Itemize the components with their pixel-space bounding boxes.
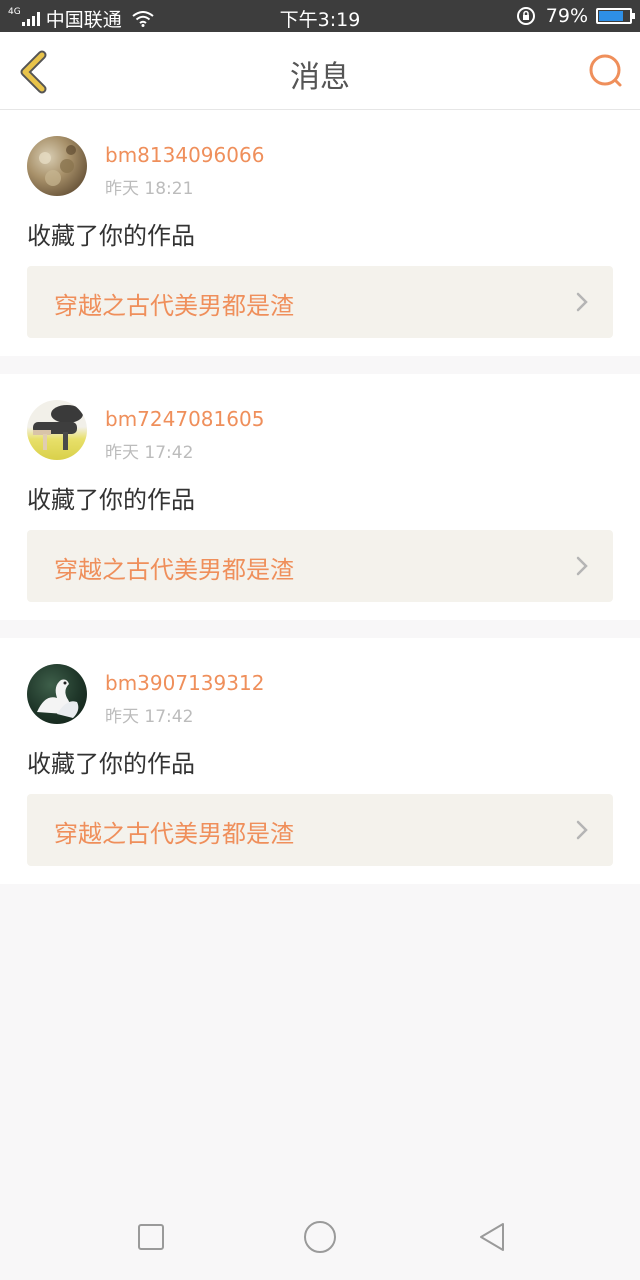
message-action: 收藏了你的作品 [27,486,195,514]
app-header: 消息 [0,32,640,110]
work-title: 穿越之古代美男都是渣 [54,556,294,584]
chevron-right-icon [576,820,588,840]
work-title: 穿越之古代美男都是渣 [54,820,294,848]
message-action: 收藏了你的作品 [27,750,195,778]
work-link[interactable]: 穿越之古代美男都是渣 [27,794,613,866]
work-link[interactable]: 穿越之古代美男都是渣 [27,266,613,338]
message-time: 昨天 17:42 [105,443,194,463]
avatar[interactable] [27,664,87,724]
search-icon[interactable] [586,52,626,92]
circle-icon[interactable] [300,1217,340,1257]
message-time: 昨天 18:21 [105,179,194,199]
message-time: 昨天 17:42 [105,707,194,727]
system-nav-bar [0,1195,640,1280]
message-action: 收藏了你的作品 [27,222,195,250]
work-link[interactable]: 穿越之古代美男都是渣 [27,530,613,602]
message-card: bm8134096066 昨天 18:21 收藏了你的作品 穿越之古代美男都是渣 [0,110,640,356]
triangle-back-icon[interactable] [472,1217,512,1257]
username[interactable]: bm3907139312 [105,671,264,695]
battery-fill [599,11,623,21]
work-title: 穿越之古代美男都是渣 [54,292,294,320]
status-bar: 4G 中国联通 下午3:19 79% [0,0,640,32]
page-title: 消息 [290,60,350,95]
chevron-right-icon [576,556,588,576]
message-card: bm3907139312 昨天 17:42 收藏了你的作品 穿越之古代美男都是渣 [0,638,640,884]
username[interactable]: bm8134096066 [105,143,264,167]
avatar[interactable] [27,400,87,460]
avatar[interactable] [27,136,87,196]
square-icon[interactable] [131,1217,171,1257]
chevron-right-icon [576,292,588,312]
battery-percent: 79% [545,5,588,27]
rotation-lock-icon [516,7,535,25]
status-right: 79% [516,5,635,27]
battery-icon [596,8,635,24]
username[interactable]: bm7247081605 [105,407,264,431]
message-card: bm7247081605 昨天 17:42 收藏了你的作品 穿越之古代美男都是渣 [0,374,640,620]
